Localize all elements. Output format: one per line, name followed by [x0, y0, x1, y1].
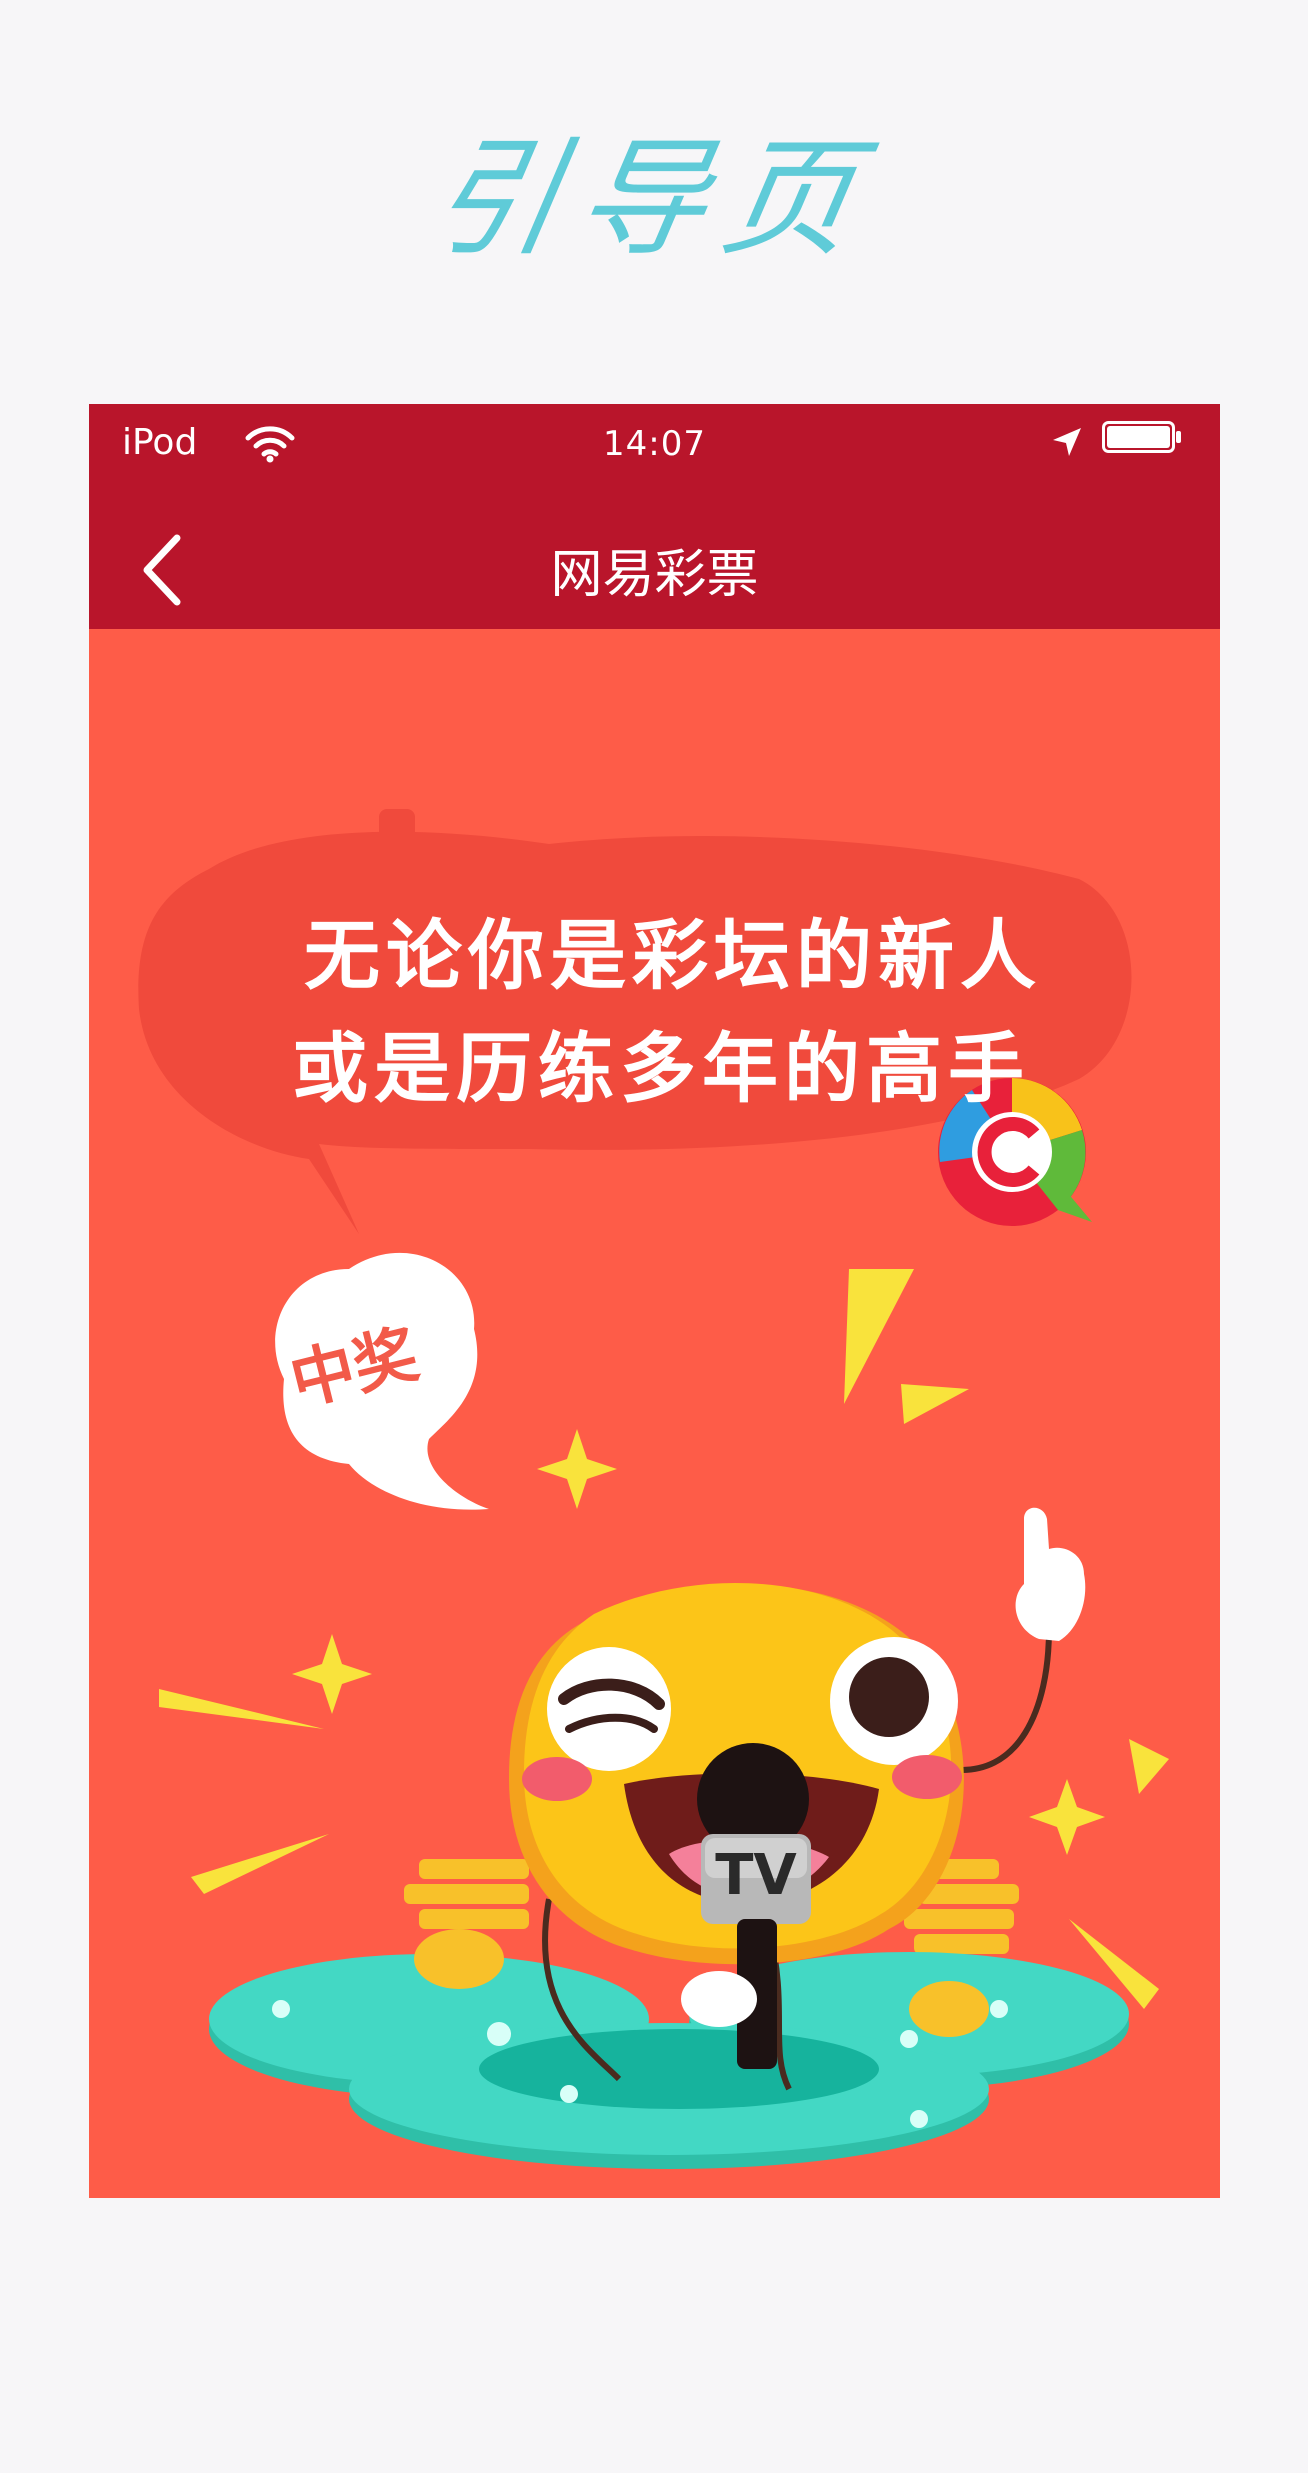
hero-illustration: TV 无论你是彩坛的新人 或是历练多年的高手 中奖: [89, 629, 1220, 2198]
mic-label: TV: [715, 1843, 797, 1908]
battery-icon: [1102, 421, 1181, 453]
speech-line-1: 无论你是彩坛的新人: [304, 911, 1042, 1000]
platform: [209, 1929, 1129, 2169]
status-bar: iPod 14:07: [89, 404, 1220, 494]
nav-bar: 网易彩票: [89, 494, 1220, 629]
hero-art: TV: [138, 809, 1169, 2169]
page-heading: 引导页: [419, 125, 885, 274]
nav-title: 网易彩票: [550, 545, 759, 605]
speech-line-2: 或是历练多年的高手: [292, 1024, 1030, 1113]
location-arrow-icon: [1053, 428, 1081, 456]
phone-screen: iPod 14:07 网易彩票 TV 无论你是彩坛的新人 或是历练多年的高手 中…: [89, 404, 1220, 2198]
